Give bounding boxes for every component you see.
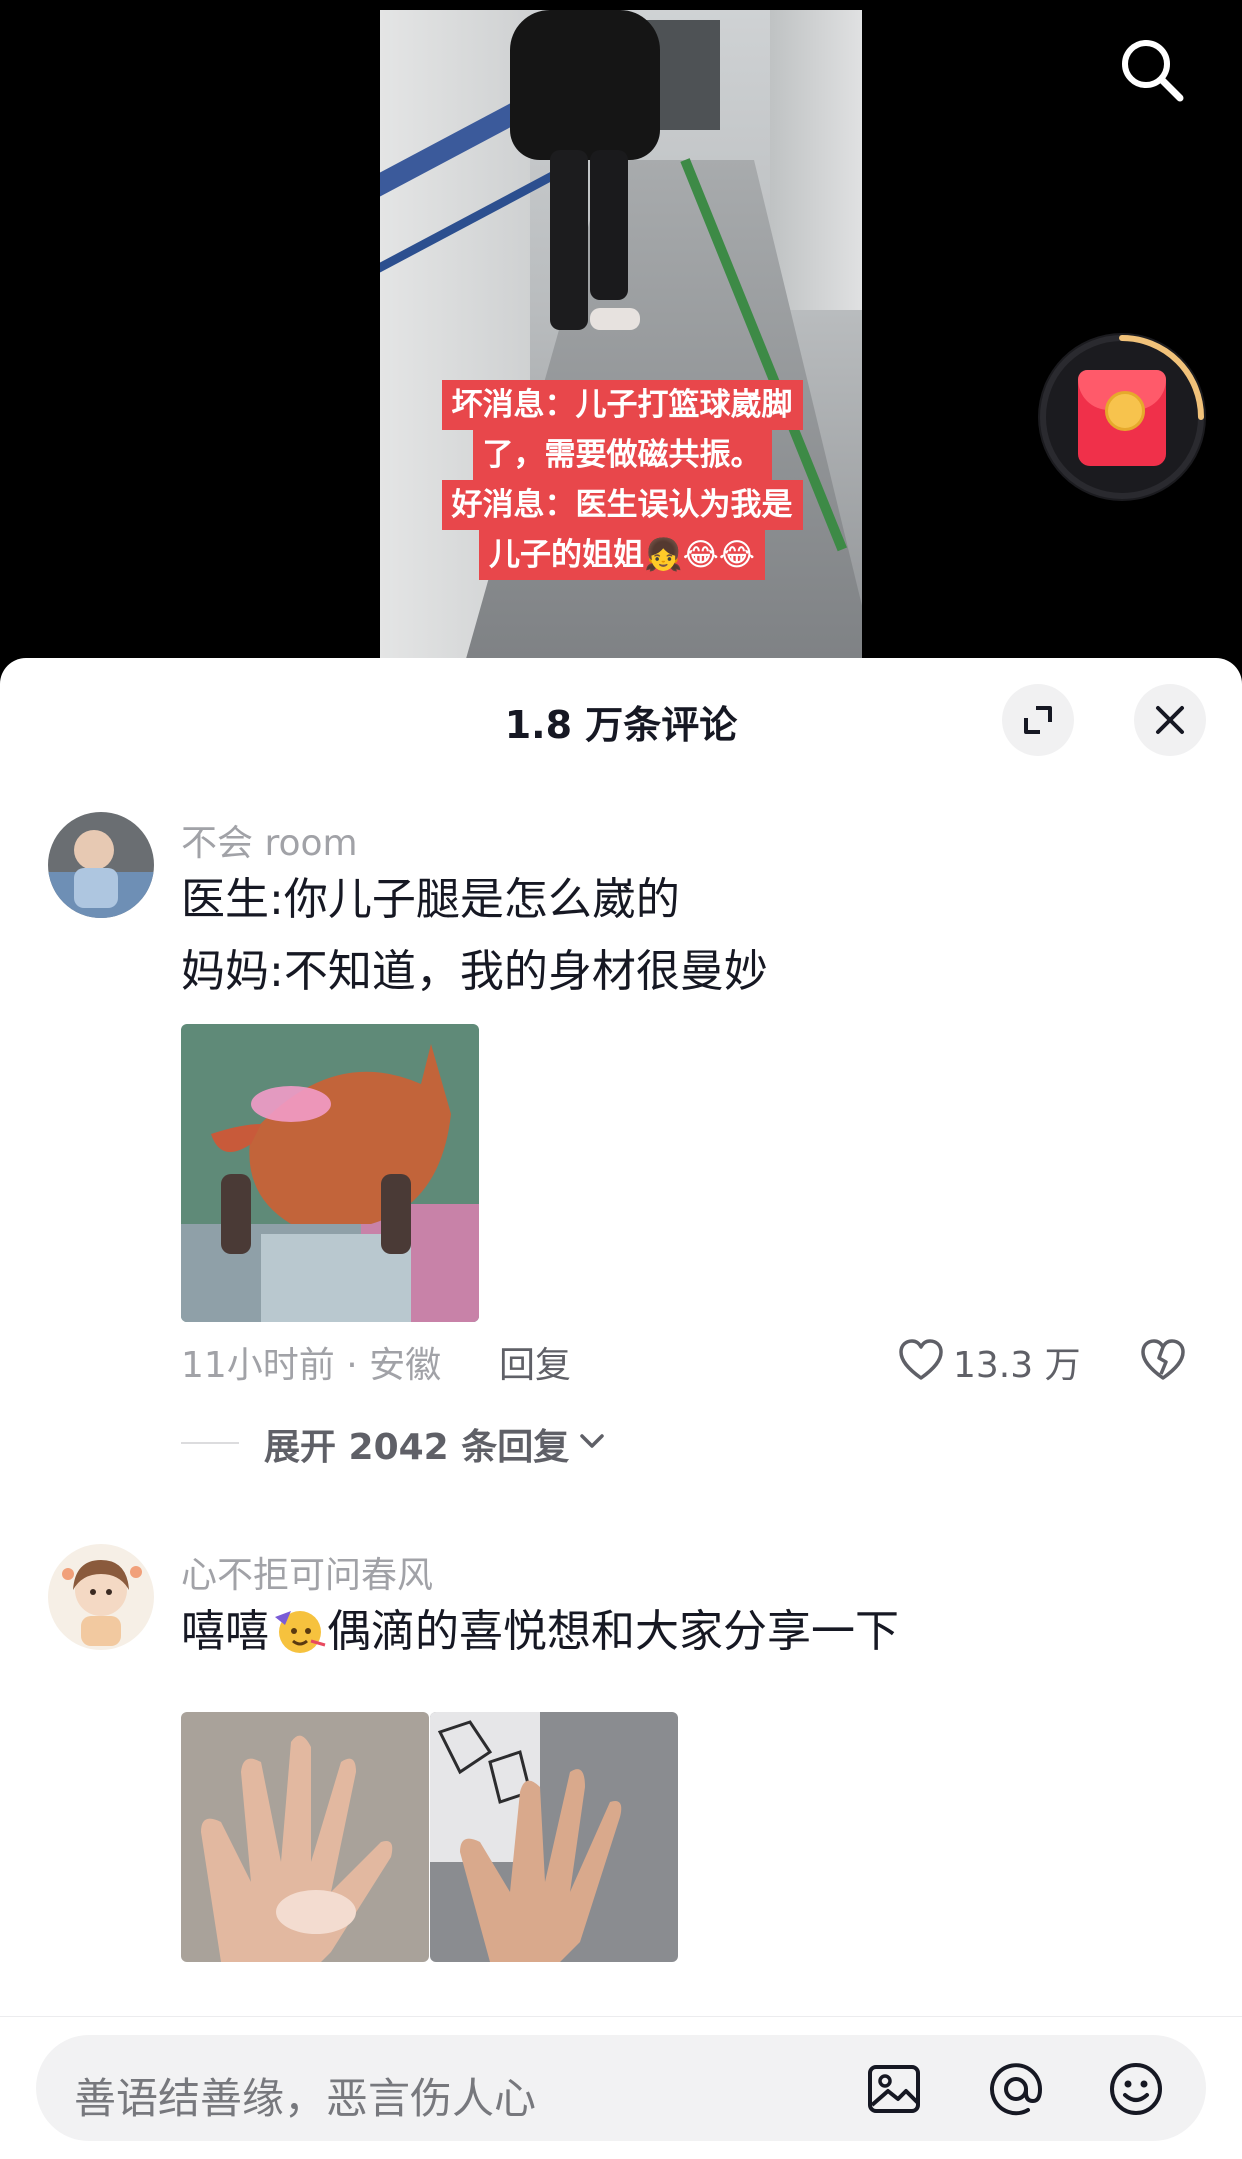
comment-input[interactable]: 善语结善缘，恶言伤人心: [36, 2035, 1206, 2141]
video-player[interactable]: 坏消息：儿子打篮球崴脚 了，需要做磁共振。 好消息：医生误认为我是 儿子的姐姐👧…: [0, 0, 1242, 680]
comment-text-before-emoji: 嘻嘻: [181, 1606, 269, 1657]
caption-line-2: 了，需要做磁共振。: [472, 430, 772, 480]
comment-text-line-2: 妈妈:不知道，我的身材很曼妙: [181, 946, 768, 997]
comment-username[interactable]: 不会 room: [181, 814, 358, 866]
at-icon: [990, 2063, 1043, 2116]
reply-button[interactable]: 回复: [499, 1336, 571, 1388]
image-icon: [868, 2065, 920, 2113]
caption-line-4: 儿子的姐姐👧😂😂: [478, 530, 766, 580]
comment-text-line-1: 医生:你儿子腿是怎么崴的: [181, 874, 680, 925]
video-caption: 坏消息：儿子打篮球崴脚 了，需要做磁共振。 好消息：医生误认为我是 儿子的姐姐👧…: [422, 380, 822, 580]
heart-icon: [899, 1339, 943, 1380]
comment-meta: 11小时前 · 安徽 回复 13.3 万: [181, 1330, 1191, 1390]
caption-emoji-2: 😂: [682, 537, 719, 573]
envelope-coin: [1105, 391, 1145, 431]
comment-image-2[interactable]: [430, 1712, 678, 1962]
expand-button[interactable]: [1002, 684, 1074, 756]
comment-time-location: 11小时前 · 安徽: [181, 1345, 442, 1386]
caption-line-3: 好消息：医生误认为我是: [441, 480, 803, 530]
comment-item: 不会 room 医生:你儿子腿是怎么崴的 妈妈:不知道，我的身材很曼妙: [0, 812, 1242, 1322]
emoji-button[interactable]: [1108, 2061, 1164, 2117]
comment-item: 心不拒可问春风 嘻嘻 偶滴的喜悦想和大家分享一下: [0, 1544, 1242, 2004]
close-icon: [1156, 706, 1184, 734]
comment-username[interactable]: 心不拒可问春风: [181, 1546, 433, 1598]
comment-text-line-1: 嘻嘻 偶滴的喜悦想和大家分享一下: [181, 1596, 899, 1668]
comment-header: 1.8 万条评论: [0, 658, 1242, 778]
broken-heart-icon: [1141, 1339, 1185, 1380]
divider: [181, 1442, 239, 1444]
avatar-image: [48, 1544, 154, 1650]
expand-replies-label: 展开 2042 条回复: [264, 1427, 570, 1468]
like-count: 13.3 万: [953, 1345, 1081, 1386]
caption-line-4-text: 儿子的姐姐: [488, 537, 644, 573]
walking-person: [510, 10, 660, 340]
search-icon: [1122, 40, 1184, 102]
close-button[interactable]: [1134, 684, 1206, 756]
hand-photo-2: [430, 1712, 678, 1962]
mention-button[interactable]: [988, 2061, 1044, 2117]
corridor-wall-right: [770, 10, 862, 310]
expand-icon: [1024, 706, 1052, 734]
comment-sheet: 1.8 万条评论 不会 room 医生:你儿子腿是怎么崴的 妈妈:不知道，我的身…: [0, 658, 1242, 2158]
fox-sticker: [181, 1024, 479, 1322]
avatar[interactable]: [48, 1544, 154, 1650]
hand-photo-1: [181, 1712, 429, 1962]
chevron-down-icon: [580, 1434, 604, 1448]
video-frame[interactable]: 坏消息：儿子打篮球崴脚 了，需要做磁共振。 好消息：医生误认为我是 儿子的姐姐👧…: [380, 10, 862, 680]
avatar-image: [48, 812, 154, 918]
dislike-button[interactable]: [1139, 1338, 1187, 1386]
emoji-icon: [1110, 2063, 1162, 2115]
expand-replies-button[interactable]: 展开 2042 条回复: [181, 1412, 781, 1472]
avatar[interactable]: [48, 812, 154, 918]
caption-emoji-3: 😂: [718, 537, 756, 573]
search-button[interactable]: [1118, 36, 1186, 104]
comment-sticker-image[interactable]: [181, 1024, 479, 1322]
caption-emoji-1: 👧: [643, 537, 683, 573]
party-face-emoji: [269, 1605, 327, 1655]
comment-input-placeholder: 善语结善缘，恶言伤人心: [74, 2074, 537, 2123]
image-button[interactable]: [866, 2061, 922, 2117]
caption-line-1: 坏消息：儿子打篮球崴脚: [441, 380, 803, 430]
comment-input-bar: 善语结善缘，恶言伤人心: [0, 2016, 1242, 2159]
comment-text-after-emoji: 偶滴的喜悦想和大家分享一下: [327, 1606, 899, 1657]
red-envelope-button[interactable]: [1038, 333, 1206, 501]
comment-image-1[interactable]: [181, 1712, 429, 1962]
